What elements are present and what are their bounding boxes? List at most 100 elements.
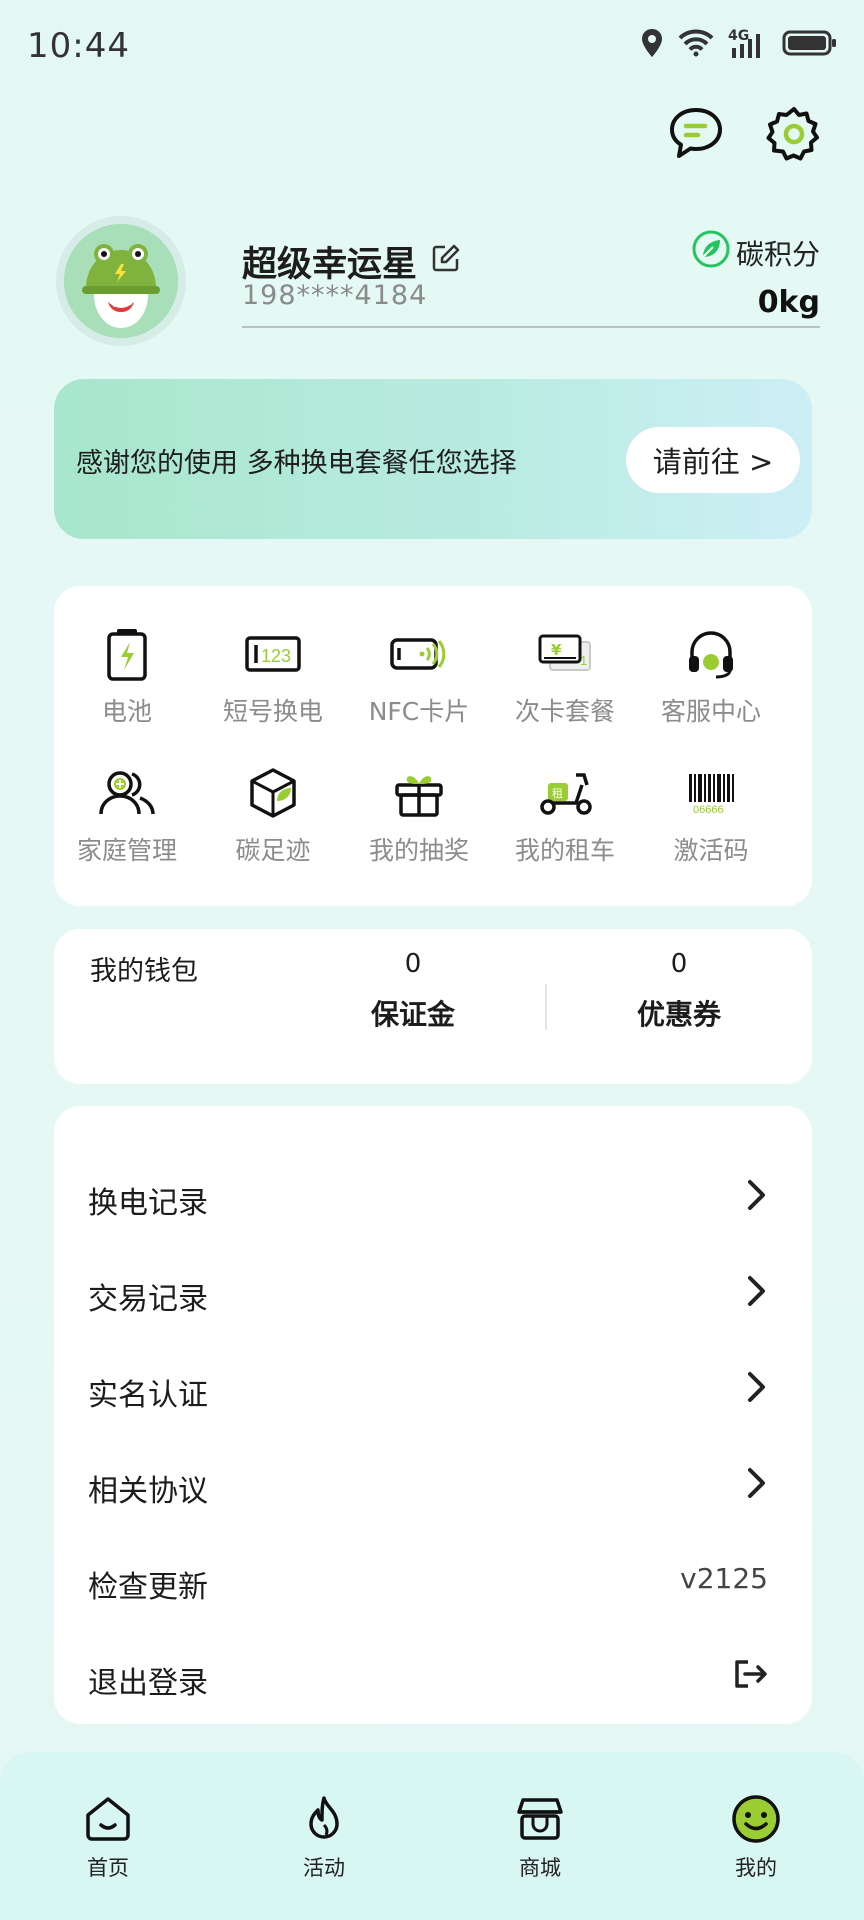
- wallet-divider: [545, 984, 547, 1030]
- service-label: 我的租车: [514, 836, 615, 865]
- message-icon: [667, 105, 725, 167]
- profile-divider: [242, 326, 820, 328]
- wifi-icon: [678, 29, 714, 61]
- ticket-package-icon: 1 ¥: [535, 624, 595, 684]
- service-label: 客服中心: [660, 697, 761, 726]
- deposit-label: 保证金: [370, 998, 455, 1031]
- nav-label: 活动: [303, 1856, 345, 1880]
- nfc-card-icon: [389, 624, 449, 684]
- menu-label: 相关协议: [88, 1474, 208, 1509]
- service-short-code[interactable]: 123 短号换电: [203, 624, 343, 734]
- svg-text:租: 租: [552, 787, 563, 800]
- frog-avatar-icon: [64, 224, 178, 338]
- service-ticket-package[interactable]: 1 ¥ 次卡套餐: [495, 624, 635, 734]
- service-carbon-footprint[interactable]: 碳足迹: [203, 763, 343, 873]
- version-text: v2125: [680, 1562, 768, 1595]
- carbon-value: 0kg: [757, 285, 820, 320]
- service-battery[interactable]: 电池: [57, 624, 197, 734]
- edit-name-icon[interactable]: [431, 242, 461, 282]
- status-bar: 10:44 4G: [0, 0, 864, 96]
- carbon-title: 碳积分: [735, 237, 820, 271]
- menu-real-name-auth[interactable]: 实名认证: [54, 1340, 812, 1436]
- service-label: 次卡套餐: [514, 697, 615, 726]
- service-customer-center[interactable]: 客服中心: [641, 624, 781, 734]
- nav-activity[interactable]: 活动: [264, 1794, 384, 1882]
- svg-text:¥: ¥: [551, 641, 562, 659]
- nav-label: 首页: [87, 1856, 129, 1880]
- message-button[interactable]: [666, 106, 726, 166]
- svg-text:123: 123: [261, 646, 291, 666]
- service-nfc-card[interactable]: NFC卡片: [349, 624, 489, 734]
- nav-shop[interactable]: 商城: [480, 1794, 600, 1882]
- smiley-icon: [731, 1794, 781, 1848]
- nav-home[interactable]: 首页: [48, 1794, 168, 1882]
- service-label: 激活码: [673, 836, 749, 865]
- settings-menu: 换电记录 交易记录 实名认证 相关协议 检查更新 v2125 退出登录: [54, 1106, 812, 1724]
- menu-agreements[interactable]: 相关协议: [54, 1436, 812, 1532]
- top-actions: [666, 106, 824, 166]
- service-label: 电池: [101, 697, 152, 726]
- menu-transaction-records[interactable]: 交易记录: [54, 1244, 812, 1340]
- bottom-nav: 首页 活动 商城 我的: [0, 1752, 864, 1920]
- home-icon: [83, 1794, 133, 1848]
- battery-icon: [97, 624, 157, 684]
- location-icon: [640, 28, 664, 62]
- menu-swap-records[interactable]: 换电记录: [54, 1148, 812, 1244]
- menu-label: 检查更新: [88, 1570, 208, 1605]
- menu-label: 换电记录: [88, 1186, 208, 1221]
- chevron-right-icon: [746, 1370, 768, 1404]
- deposit-item[interactable]: 0 保证金: [313, 949, 513, 1033]
- service-rental[interactable]: 租 我的租车: [495, 763, 635, 873]
- gift-icon: [389, 763, 449, 823]
- service-label: 短号换电: [222, 697, 323, 726]
- nav-label: 我的: [735, 1856, 777, 1880]
- flame-icon: [299, 1794, 349, 1848]
- service-family[interactable]: 家庭管理: [57, 763, 197, 873]
- service-label: 我的抽奖: [368, 836, 469, 865]
- short-code-icon: 123: [243, 624, 303, 684]
- service-label: 碳足迹: [235, 836, 311, 865]
- chevron-right-icon: [746, 1274, 768, 1308]
- wallet-card: 我的钱包 0 保证金 0 优惠券: [54, 929, 812, 1084]
- service-label: 家庭管理: [76, 836, 177, 865]
- menu-label: 实名认证: [88, 1378, 208, 1413]
- service-lottery[interactable]: 我的抽奖: [349, 763, 489, 873]
- carbon-title-row: 碳积分: [692, 230, 820, 275]
- coupon-item[interactable]: 0 优惠券: [579, 949, 779, 1033]
- chevron-right-icon: [746, 1178, 768, 1212]
- banner-text: 感谢您的使用 多种换电套餐任您选择: [76, 448, 517, 479]
- shop-icon: [515, 1794, 565, 1848]
- barcode-digits: 06666: [693, 804, 724, 815]
- menu-logout[interactable]: 退出登录: [54, 1628, 812, 1724]
- carbon-footprint-icon: [243, 763, 303, 823]
- headset-icon: [681, 624, 741, 684]
- user-phone: 198****4184: [242, 280, 428, 311]
- scooter-icon: 租: [535, 763, 595, 823]
- carbon-points[interactable]: 碳积分 0kg: [692, 230, 820, 320]
- battery-status-icon: [782, 29, 838, 61]
- promo-banner: 感谢您的使用 多种换电套餐任您选择 请前往 >: [54, 379, 812, 539]
- banner-go-button[interactable]: 请前往 >: [626, 427, 800, 493]
- status-icons: 4G: [640, 28, 838, 62]
- avatar-ring[interactable]: [56, 216, 186, 346]
- menu-check-update[interactable]: 检查更新 v2125: [54, 1532, 812, 1628]
- service-activation-code[interactable]: 06666 激活码: [641, 763, 781, 873]
- coupon-label: 优惠券: [636, 998, 721, 1031]
- wallet-title: 我的钱包: [90, 956, 198, 987]
- signal-icon: 4G: [728, 28, 768, 60]
- nav-label: 商城: [519, 1856, 561, 1880]
- gear-icon: [765, 105, 823, 167]
- logout-icon: [732, 1658, 768, 1690]
- settings-button[interactable]: [764, 106, 824, 166]
- avatar: [64, 224, 178, 338]
- menu-label: 退出登录: [88, 1666, 208, 1701]
- barcode-icon: 06666: [681, 763, 741, 823]
- chevron-right-icon: [746, 1466, 768, 1500]
- nav-mine[interactable]: 我的: [696, 1794, 816, 1882]
- leaf-icon: [692, 230, 730, 275]
- coupon-value: 0: [670, 949, 688, 979]
- profile-section: 超级幸运星 198****4184 碳积分 0kg: [56, 216, 820, 346]
- service-label: NFC卡片: [368, 697, 470, 726]
- menu-label: 交易记录: [88, 1282, 208, 1317]
- deposit-value: 0: [404, 949, 422, 979]
